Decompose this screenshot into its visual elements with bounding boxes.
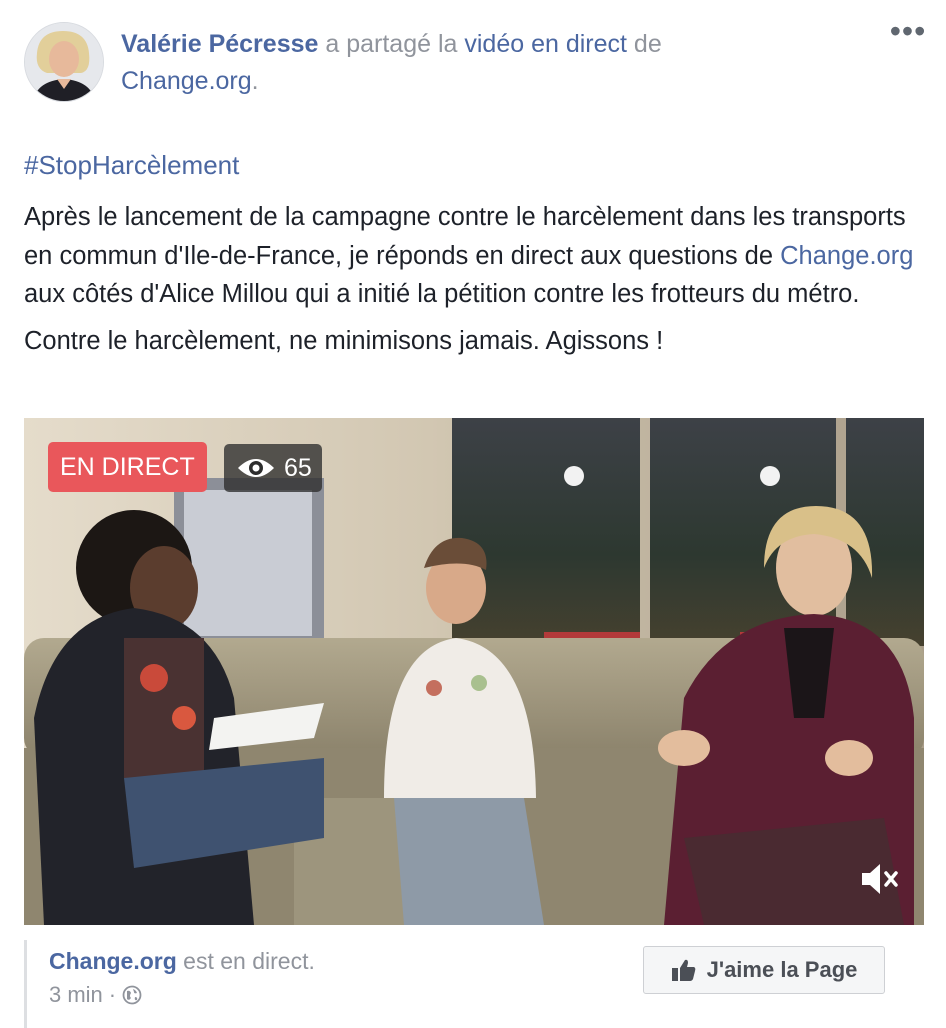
source-status-line: Change.org est en direct. xyxy=(49,948,315,975)
author-avatar[interactable] xyxy=(24,22,104,102)
viewer-count: 65 xyxy=(284,454,312,482)
live-video-link[interactable]: vidéo en direct xyxy=(464,30,627,58)
post-paragraph-1: Après le lancement de la campagne contre… xyxy=(24,198,924,314)
eye-icon xyxy=(238,459,274,477)
change-org-inline-link[interactable]: Change.org xyxy=(780,242,913,270)
timestamp-link[interactable]: 3 min xyxy=(49,982,103,1008)
post-header: Valérie Pécresse a partagé la vidéo en d… xyxy=(121,26,861,100)
header-period: . xyxy=(251,67,259,95)
post-paragraph-2: Contre le harcèlement, ne minimisons jam… xyxy=(24,326,664,355)
globe-icon[interactable] xyxy=(122,985,142,1005)
post-text-part-1: Après le lancement de la campagne contre… xyxy=(24,203,906,270)
source-page-link[interactable]: Change.org xyxy=(121,67,252,95)
speaker-muted-icon[interactable] xyxy=(856,855,904,903)
video-frame-image xyxy=(24,418,924,925)
post-text-part-2: aux côtés d'Alice Millou qui a initié la… xyxy=(24,280,860,308)
like-page-label: J'aime la Page xyxy=(706,957,858,982)
separator-dot: · xyxy=(108,982,117,1007)
hashtag-link[interactable]: #StopHarcèlement xyxy=(24,150,239,181)
shared-text: a partagé la xyxy=(325,30,458,58)
live-video-player[interactable]: EN DIRECT 65 xyxy=(24,418,924,925)
source-status-text: est en direct. xyxy=(176,948,315,974)
author-name-link[interactable]: Valérie Pécresse xyxy=(121,30,318,58)
source-timestamp-row: 3 min · xyxy=(49,982,142,1008)
post-options-button[interactable]: ••• xyxy=(888,15,928,52)
live-badge: EN DIRECT xyxy=(48,442,207,492)
viewer-count-badge: 65 xyxy=(224,444,322,492)
de-text: de xyxy=(633,30,662,58)
thumbs-up-icon xyxy=(671,959,695,981)
shared-source-bar: Change.org est en direct. 3 min · J'aime… xyxy=(24,940,927,1028)
source-page-name-link[interactable]: Change.org xyxy=(49,948,177,974)
post-body: Après le lancement de la campagne contre… xyxy=(24,198,924,360)
like-page-button[interactable]: J'aime la Page xyxy=(643,946,885,994)
